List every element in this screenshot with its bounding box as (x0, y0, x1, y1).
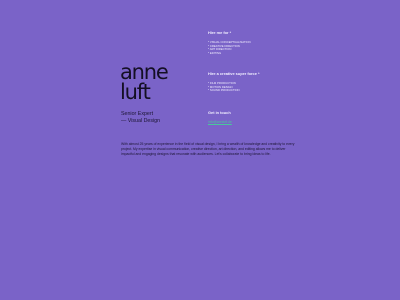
email-link[interactable]: info@annluft.de (208, 120, 232, 125)
logo-line-1: anne (120, 60, 169, 84)
logo-line-2: luft (120, 80, 151, 104)
intro-paragraph: With almost 25 years of experience in th… (121, 142, 295, 156)
logo: anne luft (120, 60, 169, 104)
superforce-title: Hire a creative super force * (208, 71, 260, 76)
superforce-section: Hire a creative super force * * FILM PRO… (208, 71, 259, 93)
superforce-list: * FILM PRODUCTION * MOTION DESIGN * SOUN… (208, 81, 259, 93)
list-item: * EDITING (208, 50, 222, 55)
hire-me-list: * VISUAL CONCEPTUALISATION * CREATIVE DI… (208, 40, 251, 55)
contact-section: Get in touch info@annluft.de (208, 110, 232, 125)
list-item: * SOUND PRODUCTION (208, 88, 240, 93)
role-line-2: — Visual Design (121, 117, 161, 124)
role-title: Senior Expert — Visual Design (121, 111, 160, 124)
hire-me-title: Hire me for * (208, 30, 232, 35)
hire-me-section: Hire me for * * VISUAL CONCEPTUALISATION… (208, 30, 251, 55)
contact-title: Get in touch (208, 110, 231, 115)
